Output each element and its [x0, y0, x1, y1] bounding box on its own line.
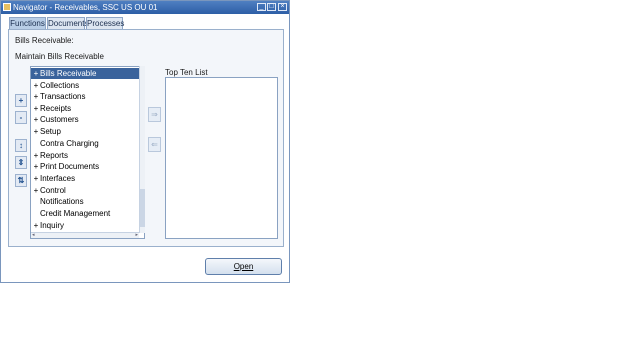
- remove-from-top-ten-button[interactable]: ⇐: [148, 137, 161, 152]
- tree-item-bills-receivable[interactable]: + Bills Receivable: [31, 68, 139, 79]
- open-button[interactable]: Open: [205, 258, 282, 275]
- tree-item-credit-management[interactable]: Credit Management: [31, 208, 139, 219]
- tree-vertical-scrollbar[interactable]: [139, 66, 145, 233]
- scroll-left-arrow-icon[interactable]: ◂: [32, 233, 35, 238]
- top-ten-list[interactable]: [165, 77, 278, 239]
- title-bar[interactable]: Navigator - Receivables, SSC US OU 01 _ …: [1, 1, 289, 14]
- tree-item-interfaces[interactable]: + Interfaces: [31, 173, 139, 184]
- tree-item-transactions[interactable]: + Transactions: [31, 91, 139, 102]
- tree-item-contra-charging[interactable]: Contra Charging: [31, 138, 139, 149]
- subsection-label: Maintain Bills Receivable: [15, 52, 104, 61]
- scroll-right-arrow-icon[interactable]: ▸: [135, 233, 138, 238]
- add-to-top-ten-button[interactable]: ⇒: [148, 107, 161, 122]
- collapse-all-button[interactable]: ⇅: [15, 174, 27, 187]
- tab-processes[interactable]: Processes: [86, 17, 124, 29]
- window-title: Navigator - Receivables, SSC US OU 01: [13, 3, 158, 12]
- tree-item-customers[interactable]: + Customers: [31, 114, 139, 125]
- section-label: Bills Receivable:: [15, 36, 74, 45]
- function-tree: + Bills Receivable + Collections + Transact…: [30, 66, 145, 239]
- tree-item-collections[interactable]: + Collections: [31, 80, 139, 91]
- expand-button[interactable]: +: [15, 94, 27, 107]
- tree-item-inquiry[interactable]: + Inquiry: [31, 220, 139, 231]
- tree-item-reports[interactable]: + Reports: [31, 150, 139, 161]
- expand-all-button[interactable]: ⇕: [15, 156, 27, 169]
- top-ten-label: Top Ten List: [165, 68, 208, 77]
- maximize-button[interactable]: □: [267, 3, 276, 11]
- close-button[interactable]: ×: [278, 3, 287, 11]
- collapse-button[interactable]: -: [15, 111, 27, 124]
- tree-scroll-thumb[interactable]: [140, 189, 145, 227]
- tree-item-control[interactable]: + Control: [31, 185, 139, 196]
- tree-item-receipts[interactable]: + Receipts: [31, 103, 139, 114]
- minimize-button[interactable]: _: [257, 3, 266, 11]
- expand-branch-button[interactable]: ↕: [15, 139, 27, 152]
- tree-horizontal-scrollbar[interactable]: ◂ ▸: [31, 232, 139, 238]
- app-icon: [3, 3, 11, 11]
- tree-item-setup[interactable]: + Setup: [31, 126, 139, 137]
- tree-item-print-documents[interactable]: + Print Documents: [31, 161, 139, 172]
- tab-functions[interactable]: Functions: [9, 17, 46, 29]
- tab-documents[interactable]: Documents: [47, 17, 88, 29]
- tree-item-notifications[interactable]: Notifications: [31, 196, 139, 207]
